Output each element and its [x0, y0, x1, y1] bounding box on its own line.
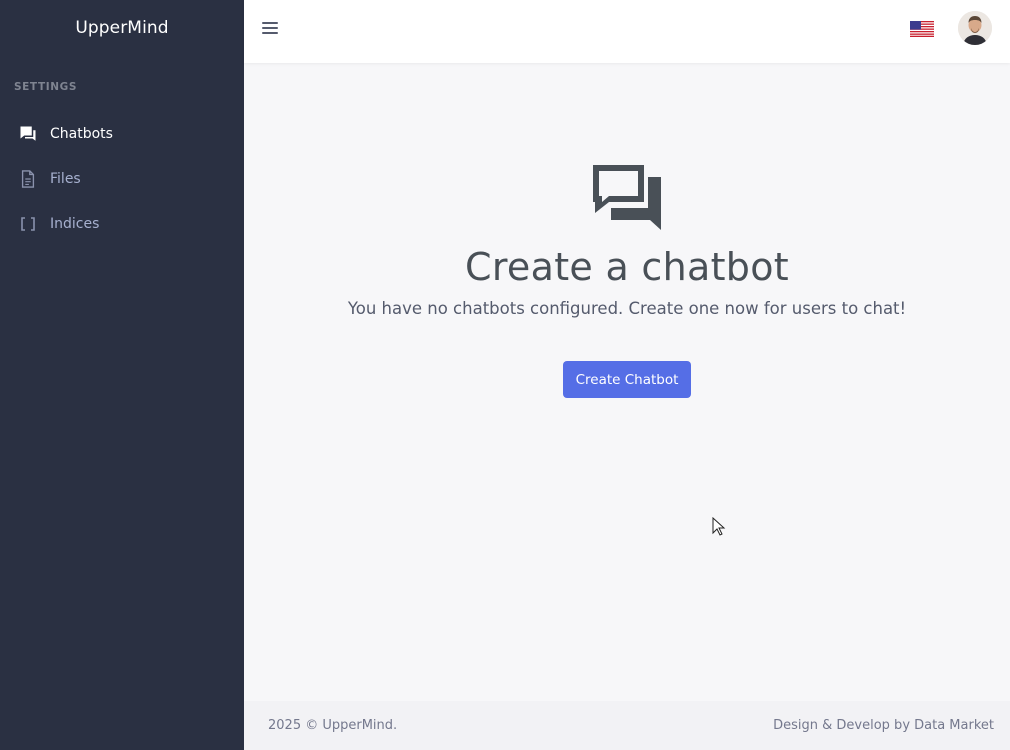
sidebar-item-chatbots[interactable]: Chatbots: [0, 111, 244, 156]
file-icon: [18, 169, 38, 189]
sidebar-item-label: Chatbots: [50, 125, 113, 142]
create-chatbot-button[interactable]: Create Chatbot: [562, 361, 692, 398]
brackets-icon: [18, 214, 38, 234]
footer-copyright: 2025 © UpperMind.: [268, 718, 398, 733]
sidebar-section-title: SETTINGS: [14, 81, 77, 93]
empty-state-description: You have no chatbots configured. Create …: [347, 299, 907, 318]
sidebar-item-indices[interactable]: Indices: [0, 201, 244, 246]
topbar: [244, 0, 1010, 63]
footer: 2025 © UpperMind. Design & Develop by Da…: [244, 701, 1010, 750]
hamburger-icon[interactable]: [262, 18, 278, 38]
chat-bubbles-icon: [593, 165, 661, 230]
sidebar-item-label: Files: [50, 170, 81, 187]
footer-credit: Design & Develop by Data Market: [773, 718, 994, 733]
brand-logo[interactable]: UpperMind: [0, 0, 244, 56]
user-avatar[interactable]: [958, 11, 992, 45]
main-content: Create a chatbot You have no chatbots co…: [244, 63, 1010, 701]
sidebar-item-files[interactable]: Files: [0, 156, 244, 201]
sidebar-nav: Chatbots Files Indices: [0, 111, 244, 246]
empty-state-title: Create a chatbot: [465, 245, 789, 289]
sidebar-item-label: Indices: [50, 215, 100, 232]
us-flag-icon[interactable]: [910, 21, 934, 37]
mouse-cursor-icon: [712, 517, 726, 536]
empty-state: Create a chatbot You have no chatbots co…: [244, 163, 1010, 398]
sidebar: UpperMind SETTINGS Chatbots Files Indice…: [0, 0, 244, 750]
chat-bubbles-icon: [18, 124, 38, 144]
